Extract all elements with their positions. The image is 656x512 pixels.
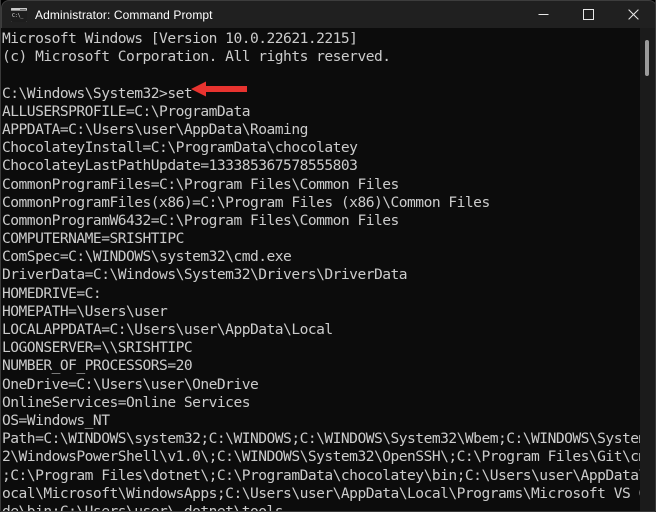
icon-console-glyph: C:\_: [11, 10, 27, 22]
console-line: ChocolateyLastPathUpdate=133385367578555…: [2, 157, 358, 175]
console-line: Path=C:\WINDOWS\system32;C:\WINDOWS;C:\W…: [2, 430, 656, 448]
console-text: Microsoft Windows [Version 10.0.22621.22…: [2, 30, 656, 512]
vertical-scrollbar[interactable]: [640, 28, 655, 511]
console-line: HOMEPATH=\Users\user: [2, 302, 168, 320]
console-line: COMPUTERNAME=SRISHTIPC: [2, 230, 184, 248]
console-line: CommonProgramFiles=C:\Program Files\Comm…: [2, 175, 399, 193]
minimize-button[interactable]: [521, 1, 566, 29]
console-line: LOGONSERVER=\\SRISHTIPC: [2, 339, 193, 357]
console-line: ;C:\Program Files\dotnet\;C:\ProgramData…: [2, 466, 656, 484]
console-output-area[interactable]: Microsoft Windows [Version 10.0.22621.22…: [1, 28, 656, 512]
console-line: Microsoft Windows [Version 10.0.22621.22…: [2, 30, 358, 47]
console-line: OneDrive=C:\Users\user\OneDrive: [2, 375, 259, 393]
console-line: (c) Microsoft Corporation. All rights re…: [2, 48, 391, 66]
console-line: de\bin;C:\Users\user\.dotnet\tools: [2, 502, 284, 512]
close-icon: [628, 9, 639, 20]
window-controls: [521, 1, 655, 29]
console-line: APPDATA=C:\Users\user\AppData\Roaming: [2, 120, 308, 138]
window-title: Administrator: Command Prompt: [35, 7, 213, 22]
minimize-icon: [538, 14, 549, 15]
console-line: C:\Windows\System32>set: [2, 84, 193, 102]
console-line: CommonProgramFiles(x86)=C:\Program Files…: [2, 193, 490, 211]
console-line: ChocolateyInstall=C:\ProgramData\chocola…: [2, 139, 358, 157]
maximize-icon: [583, 9, 594, 20]
console-line: OnlineServices=Online Services: [2, 393, 251, 411]
scrollbar-thumb[interactable]: [645, 40, 649, 76]
command-prompt-window: C:\_ Administrator: Command Prompt Micro…: [0, 0, 656, 512]
maximize-button[interactable]: [566, 1, 611, 29]
console-line: HOMEDRIVE=C:: [2, 284, 102, 302]
console-line: NUMBER_OF_PROCESSORS=20: [2, 357, 193, 375]
console-line: LOCALAPPDATA=C:\Users\user\AppData\Local: [2, 321, 333, 338]
console-line: CommonProgramW6432=C:\Program Files\Comm…: [2, 211, 399, 229]
window-titlebar[interactable]: C:\_ Administrator: Command Prompt: [1, 0, 655, 29]
console-line: ComSpec=C:\WINDOWS\system32\cmd.exe: [2, 248, 292, 266]
console-line: ocal\Microsoft\WindowsApps;C:\Users\user…: [2, 484, 656, 502]
console-line: OS=Windows_NT: [2, 411, 110, 429]
command-prompt-icon: C:\_: [11, 7, 27, 22]
console-line: ALLUSERSPROFILE=C:\ProgramData: [2, 102, 251, 120]
close-button[interactable]: [611, 1, 655, 29]
console-line: 2\WindowsPowerShell\v1.0\;C:\WINDOWS\Sys…: [2, 448, 656, 466]
console-line: DriverData=C:\Windows\System32\Drivers\D…: [2, 266, 408, 284]
